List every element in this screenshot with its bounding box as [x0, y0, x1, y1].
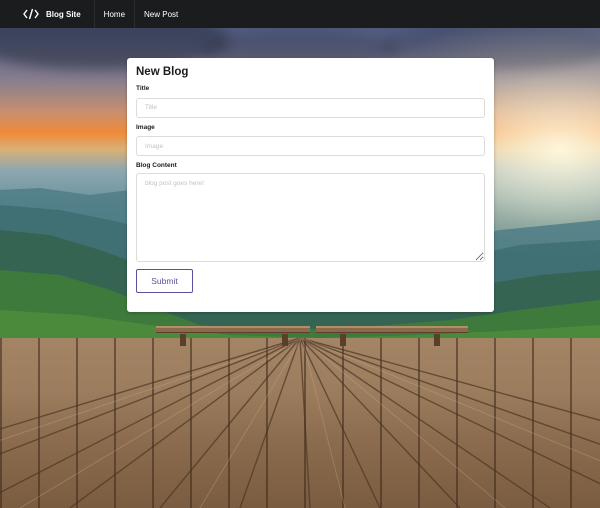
content-field: Blog Content — [136, 162, 485, 262]
submit-button[interactable]: Submit — [136, 269, 193, 293]
image-input[interactable] — [136, 136, 485, 156]
image-field: Image — [136, 123, 485, 156]
deck-planks — [0, 338, 600, 508]
image-label: Image — [136, 123, 155, 131]
nav-item-new-post[interactable]: New Post — [134, 0, 187, 28]
nav-item-home[interactable]: Home — [93, 0, 134, 28]
brand-label: Blog Site — [46, 9, 81, 19]
new-blog-form: New Blog Title Image Blog Content Submit — [127, 58, 494, 312]
title-label: Title — [136, 85, 150, 92]
form-title: New Blog — [136, 66, 189, 78]
bench-left — [156, 326, 310, 333]
title-input[interactable] — [136, 97, 485, 118]
content-textarea[interactable] — [136, 173, 485, 262]
navbar: Blog Site Home New Post — [0, 0, 600, 28]
title-field: Title — [136, 85, 485, 118]
bench-right — [316, 326, 468, 333]
content-label: Blog Content — [136, 162, 177, 169]
code-icon — [23, 8, 39, 20]
nav-brand[interactable]: Blog Site — [0, 0, 94, 28]
